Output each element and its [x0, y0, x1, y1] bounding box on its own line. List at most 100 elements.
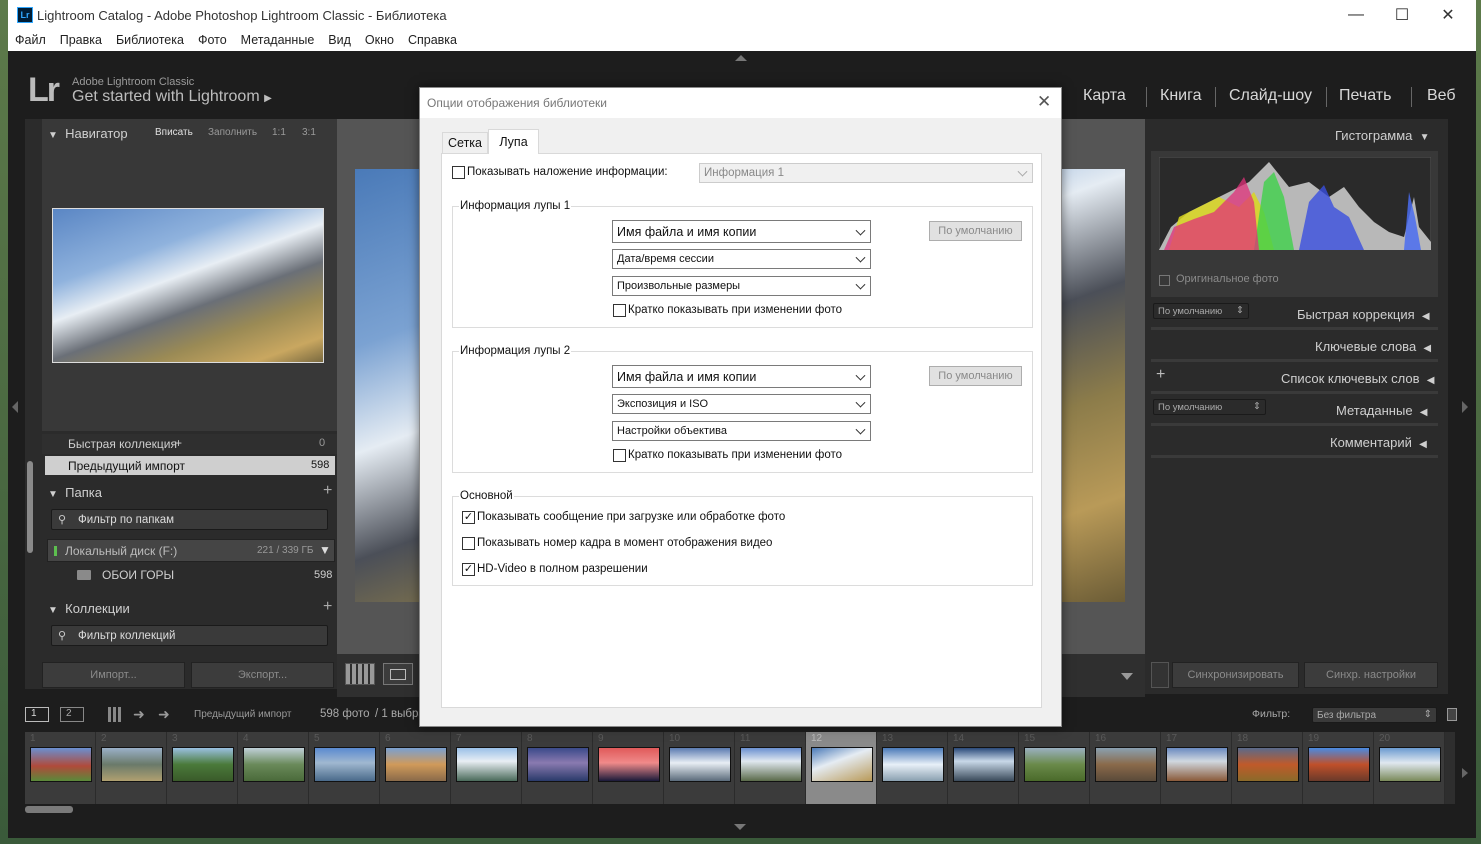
keywording-header[interactable]: Ключевые слова ◀	[1315, 339, 1431, 354]
filmstrip-thumbnail[interactable]	[1095, 747, 1157, 782]
menu-view[interactable]: Вид	[321, 30, 358, 51]
filmstrip-thumbnail[interactable]	[953, 747, 1015, 782]
previous-import[interactable]: Предыдущий импорт 598	[45, 456, 335, 475]
filmstrip-cell[interactable]: 19	[1303, 732, 1374, 804]
filmstrip-cell[interactable]: 18	[1232, 732, 1303, 804]
filmstrip-cell[interactable]: 17	[1161, 732, 1232, 804]
loupe1-field3-select[interactable]: Произвольные размеры	[612, 276, 871, 296]
left-panel-toggle-icon[interactable]	[12, 401, 18, 413]
tab-grid[interactable]: Сетка	[442, 132, 488, 153]
sync-button[interactable]: Синхронизировать	[1172, 662, 1299, 688]
screen2-button[interactable]: 2	[60, 707, 84, 722]
zoom-1-1[interactable]: 1:1	[272, 127, 286, 138]
module-web[interactable]: Веб	[1427, 87, 1456, 105]
filmstrip-cell[interactable]: 4	[238, 732, 309, 804]
show-overlay-checkbox[interactable]	[452, 166, 465, 179]
filmstrip-cell[interactable]: 8	[522, 732, 593, 804]
dialog-close-icon[interactable]: ✕	[1037, 92, 1051, 112]
menu-file[interactable]: Файл	[8, 30, 53, 51]
filmstrip-thumbnail[interactable]	[101, 747, 163, 782]
filmstrip-cell[interactable]: 1	[25, 732, 96, 804]
menu-help[interactable]: Справка	[401, 30, 464, 51]
loupe1-default-button[interactable]: По умолчанию	[929, 221, 1022, 241]
filter-lock-icon[interactable]	[1447, 708, 1457, 721]
zoom-fit[interactable]: Вписать	[155, 127, 193, 138]
module-book[interactable]: Книга	[1160, 87, 1201, 105]
filmstrip-cell[interactable]: 5	[309, 732, 380, 804]
filmstrip-cell[interactable]: 7	[451, 732, 522, 804]
loupe1-field1-select[interactable]: Имя файла и имя копии	[612, 220, 871, 243]
comments-header[interactable]: Комментарий ◀	[1330, 435, 1427, 450]
collection-filter[interactable]: ⚲ Фильтр коллекций	[51, 625, 328, 646]
filmstrip-cell[interactable]: 10	[664, 732, 735, 804]
back-arrow-icon[interactable]: ➜	[133, 706, 145, 723]
folder-filter[interactable]: ⚲ Фильтр по папкам	[51, 509, 328, 530]
filmstrip-thumbnail[interactable]	[1166, 747, 1228, 782]
filmstrip-cell[interactable]: 13	[877, 732, 948, 804]
maximize-icon[interactable]: ☐	[1379, 0, 1425, 30]
filmstrip-thumbnail[interactable]	[527, 747, 589, 782]
filmstrip-thumbnail[interactable]	[456, 747, 518, 782]
screen1-button[interactable]: 1	[25, 707, 49, 722]
filmstrip-thumbnail[interactable]	[1379, 747, 1441, 782]
zoom-fill[interactable]: Заполнить	[208, 127, 257, 138]
toolbar-menu-icon[interactable]	[1121, 673, 1133, 680]
filmstrip-thumbnail[interactable]	[385, 747, 447, 782]
filmstrip-scrollbar[interactable]	[25, 806, 73, 813]
menu-window[interactable]: Окно	[358, 30, 401, 51]
export-button[interactable]: Экспорт...	[191, 662, 334, 688]
loupe-view-icon[interactable]	[383, 663, 413, 685]
identity-plate[interactable]: Get started with Lightroom ▶	[72, 88, 272, 106]
grid-icon[interactable]	[108, 707, 123, 722]
filmstrip-cell[interactable]: 3	[167, 732, 238, 804]
menu-metadata[interactable]: Метаданные	[234, 30, 322, 51]
grid-view-icon[interactable]	[345, 663, 375, 685]
filmstrip-cell[interactable]: 2	[96, 732, 167, 804]
module-map[interactable]: Карта	[1083, 87, 1126, 105]
disk-row[interactable]: Локальный диск (F:) 221 / 339 ГБ ▼	[47, 539, 335, 562]
tab-loupe[interactable]: Лупа	[488, 129, 539, 154]
left-scrollbar[interactable]	[27, 461, 33, 553]
filmstrip-thumbnail[interactable]	[811, 747, 873, 782]
right-panel-toggle-icon[interactable]	[1462, 401, 1468, 413]
import-button[interactable]: Импорт...	[42, 662, 185, 688]
zoom-3-1[interactable]: 3:1	[302, 127, 316, 138]
filmstrip-thumbnail[interactable]	[1237, 747, 1299, 782]
minimize-icon[interactable]: —	[1333, 0, 1379, 30]
loupe1-brief-checkbox[interactable]	[613, 304, 626, 317]
filmstrip-cell[interactable]: 20	[1374, 732, 1445, 804]
add-keyword-icon[interactable]: +	[1156, 366, 1165, 384]
top-panel-toggle-icon[interactable]	[735, 55, 747, 61]
source-label[interactable]: Предыдущий импорт	[194, 709, 292, 720]
sync-settings-button[interactable]: Синхр. настройки	[1304, 662, 1438, 688]
add-collection-icon[interactable]: +	[323, 598, 332, 616]
filmstrip-cell[interactable]: 16	[1090, 732, 1161, 804]
filmstrip-thumbnail[interactable]	[1308, 747, 1370, 782]
filmstrip-thumbnail[interactable]	[882, 747, 944, 782]
sync-toggle-icon[interactable]	[1151, 662, 1169, 688]
filmstrip-thumbnail[interactable]	[314, 747, 376, 782]
filmstrip-right-arrow-icon[interactable]	[1462, 768, 1468, 778]
navigator-header[interactable]: ▼ Навигатор	[48, 126, 128, 141]
loupe1-field2-select[interactable]: Дата/время сессии	[612, 249, 871, 269]
filmstrip-thumbnail[interactable]	[243, 747, 305, 782]
loupe2-field3-select[interactable]: Настройки объектива	[612, 421, 871, 441]
filmstrip-thumbnail[interactable]	[1024, 747, 1086, 782]
filter-select[interactable]: Без фильтра ⇕	[1312, 707, 1437, 723]
filmstrip-cell[interactable]: 12	[806, 732, 877, 804]
metadata-preset[interactable]: По умолчанию ⇕	[1153, 399, 1266, 415]
quick-collection[interactable]: Быстрая коллекция + 0	[42, 434, 337, 454]
filmstrip-thumbnail[interactable]	[598, 747, 660, 782]
quick-develop-preset[interactable]: По умолчанию ⇕	[1153, 303, 1249, 319]
show-loading-message-checkbox[interactable]: ✓	[462, 511, 475, 524]
filmstrip-thumbnail[interactable]	[30, 747, 92, 782]
loupe2-brief-checkbox[interactable]	[613, 449, 626, 462]
original-photo-checkbox[interactable]	[1159, 275, 1170, 286]
disk-menu-icon[interactable]: ▼	[319, 543, 331, 557]
filmstrip-thumbnail[interactable]	[669, 747, 731, 782]
filmstrip-cell[interactable]: 11	[735, 732, 806, 804]
filmstrip-cell[interactable]: 15	[1019, 732, 1090, 804]
add-icon[interactable]: +	[175, 436, 182, 450]
filmstrip-thumbnail[interactable]	[740, 747, 802, 782]
hd-video-checkbox[interactable]: ✓	[462, 563, 475, 576]
